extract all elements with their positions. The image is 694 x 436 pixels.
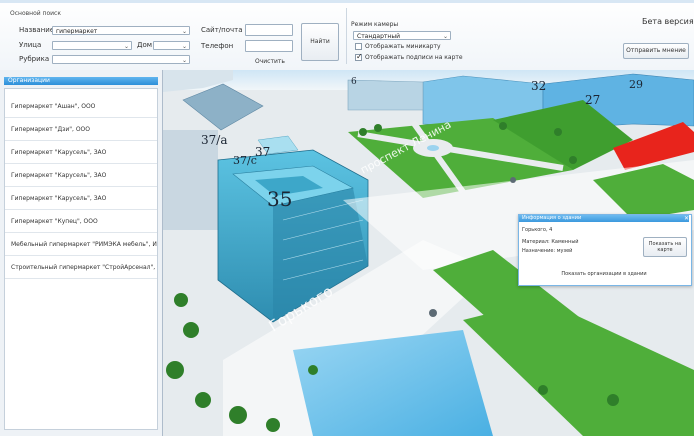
name-value: гипермаркет xyxy=(56,28,98,35)
phone-input[interactable] xyxy=(245,40,293,52)
house-label: Дом xyxy=(137,41,153,49)
building-label-29: 29 xyxy=(629,78,643,91)
building-label-37a: 37/a xyxy=(201,133,227,147)
building-label-35: 35 xyxy=(267,187,292,211)
close-icon[interactable]: ✕ xyxy=(684,215,689,222)
phone-label: Телефон xyxy=(201,42,234,50)
organizations-header: Организации xyxy=(4,77,158,85)
toolbar-separator xyxy=(346,8,347,64)
building-label-37: 37 xyxy=(255,145,270,159)
labels-checkbox[interactable] xyxy=(355,52,363,61)
chevron-down-icon[interactable]: ⌄ xyxy=(443,32,448,39)
list-item[interactable]: Строительный гипермаркет "СтройАрсенал",… xyxy=(5,257,157,279)
building-label-6: 6 xyxy=(351,77,357,87)
popup-material: Материал: Каменный xyxy=(522,239,579,245)
name-input[interactable]: гипермаркет ⌄ xyxy=(52,26,190,35)
clear-link[interactable]: Очистить xyxy=(255,58,285,65)
beta-label: Бета версия xyxy=(642,17,694,26)
organizations-list: Гипермаркет "Ашан", ООО Гипермаркет "Дзи… xyxy=(4,88,158,430)
chevron-down-icon[interactable]: ⌄ xyxy=(182,27,187,34)
show-on-map-button[interactable]: Показать на карте xyxy=(643,237,687,257)
site-label: Сайт/почта xyxy=(201,26,243,34)
rubric-input[interactable]: ⌄ xyxy=(52,55,190,64)
search-group-title: Основной поиск xyxy=(10,10,61,17)
minimap-checkbox[interactable] xyxy=(355,43,362,50)
chevron-down-icon[interactable]: ⌄ xyxy=(182,42,187,49)
building-6 xyxy=(347,79,424,111)
search-toolbar: Основной поиск Название гипермаркет ⌄ Ул… xyxy=(0,0,694,71)
building-label-37c: 37/с xyxy=(233,154,257,167)
organizations-panel: Организации Гипермаркет "Ашан", ООО Гипе… xyxy=(0,70,163,436)
list-item[interactable]: Мебельный гипермаркет "РИМЭКА мебель", И… xyxy=(5,234,157,256)
feedback-button[interactable]: Отправить мнение xyxy=(623,43,689,59)
street-label: Улица xyxy=(19,41,42,49)
list-item[interactable]: Гипермаркет "Купец", ООО xyxy=(5,211,157,233)
list-item[interactable]: Гипермаркет "Карусель", ЗАО xyxy=(5,188,157,210)
building-label-32: 32 xyxy=(531,79,546,93)
list-item[interactable]: Гипермаркет "Дзи", ООО xyxy=(5,119,157,141)
popup-title: Информация о здании xyxy=(519,215,689,222)
chevron-down-icon[interactable]: ⌄ xyxy=(182,56,187,63)
house-input[interactable]: ⌄ xyxy=(153,41,190,50)
popup-address: Горького, 4 xyxy=(522,227,553,233)
chevron-down-icon[interactable]: ⌄ xyxy=(124,42,129,49)
toolbar-top-strip xyxy=(0,0,694,3)
list-item[interactable]: Гипермаркет "Карусель", ЗАО xyxy=(5,165,157,187)
list-item[interactable]: Гипермаркет "Ашан", ООО xyxy=(5,96,157,118)
camera-mode-value: Стандартный xyxy=(357,33,400,40)
popup-purpose: Назначение: музей xyxy=(522,248,573,254)
find-button[interactable]: Найти xyxy=(301,23,339,61)
minimap-label: Отображать миникарту xyxy=(365,43,441,50)
labels-label: Отображать подписи на карте xyxy=(365,54,463,61)
list-item[interactable]: Гипермаркет "Карусель", ЗАО xyxy=(5,142,157,164)
street-input[interactable]: ⌄ xyxy=(52,41,132,50)
rubric-label: Рубрика xyxy=(19,55,50,63)
camera-mode-label: Режим камеры xyxy=(351,21,399,28)
site-input[interactable] xyxy=(245,24,293,36)
building-label-27: 27 xyxy=(585,93,600,107)
name-label: Название xyxy=(19,26,55,34)
camera-mode-select[interactable]: Стандартный ⌄ xyxy=(353,31,451,40)
show-organizations-link[interactable]: Показать организации в здании xyxy=(519,271,689,277)
building-info-popup: Информация о здании ✕ Горького, 4 Матери… xyxy=(518,214,692,286)
